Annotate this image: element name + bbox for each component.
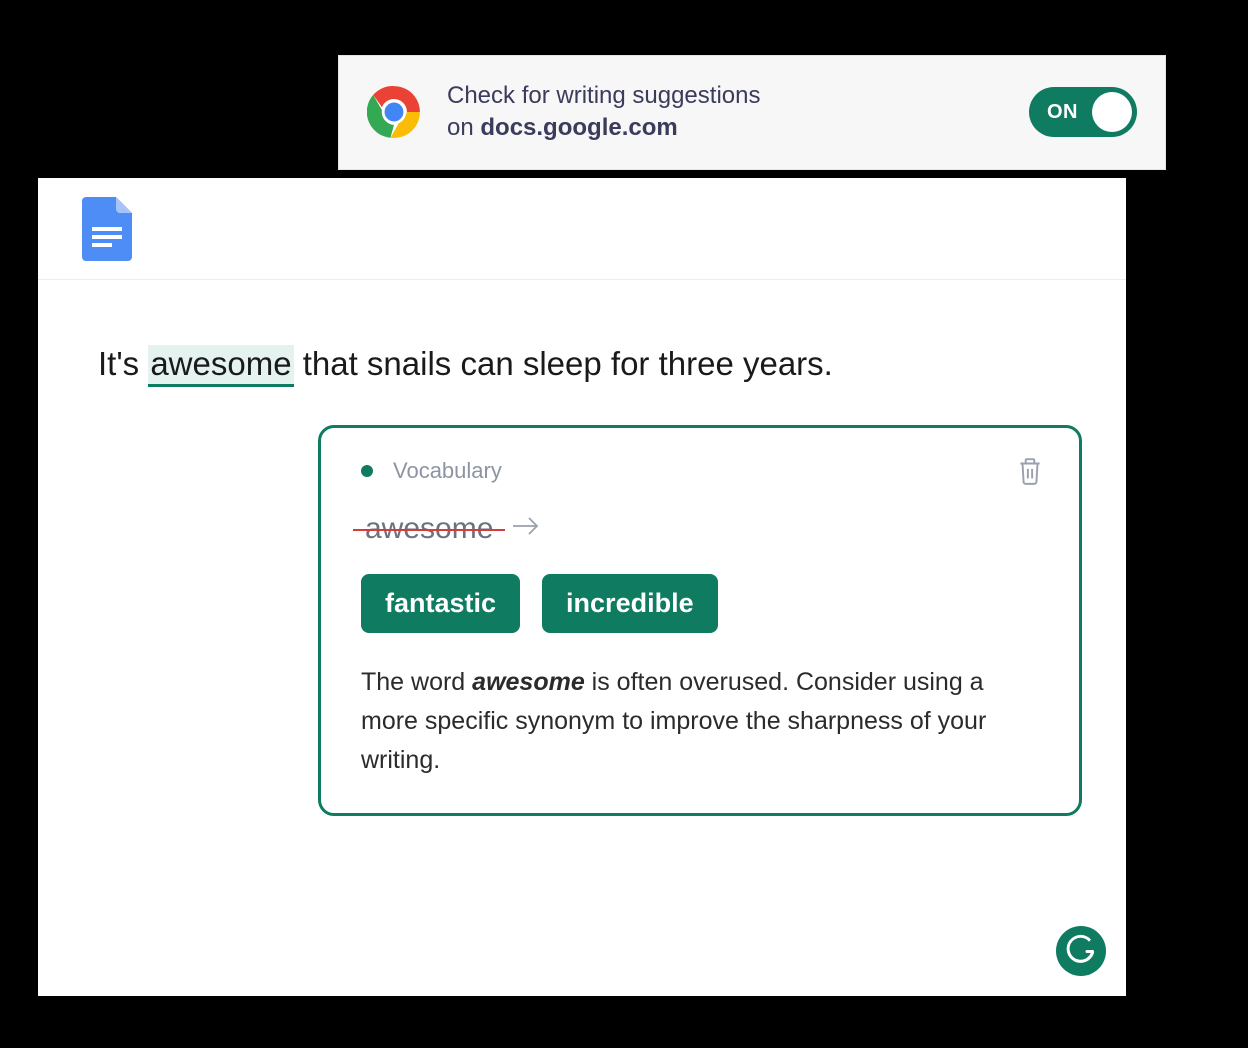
original-word: awesome [361, 512, 497, 546]
document-body: It's awesome that snails can sleep for t… [38, 280, 1126, 996]
banner-line1: Check for writing suggestions [447, 80, 1029, 112]
toggle-label: ON [1047, 101, 1078, 124]
original-word-row: awesome [361, 512, 1039, 546]
extension-banner: Check for writing suggestions on docs.go… [338, 55, 1166, 170]
category-dot-icon [361, 465, 373, 477]
grammarly-badge-icon[interactable] [1056, 926, 1106, 976]
suggestions-toggle[interactable]: ON [1029, 87, 1137, 137]
dismiss-button[interactable] [1017, 456, 1043, 492]
suggestion-card: Vocabulary awesome [318, 425, 1082, 816]
document-panel: It's awesome that snails can sleep for t… [38, 178, 1126, 996]
category-label: Vocabulary [393, 458, 502, 484]
toggle-knob [1092, 92, 1132, 132]
suggestion-chip[interactable]: incredible [542, 574, 718, 633]
trash-icon [1017, 456, 1043, 486]
banner-line2: on docs.google.com [447, 112, 1029, 144]
arrow-right-icon [511, 512, 541, 546]
explanation-text: The word awesome is often overused. Cons… [361, 663, 1039, 779]
suggestion-chip[interactable]: fantastic [361, 574, 520, 633]
card-header: Vocabulary [361, 458, 1039, 484]
sentence[interactable]: It's awesome that snails can sleep for t… [98, 342, 1066, 387]
document-header [38, 178, 1126, 280]
flagged-word[interactable]: awesome [148, 345, 293, 387]
banner-text: Check for writing suggestions on docs.go… [447, 80, 1029, 145]
chrome-icon [367, 85, 421, 139]
google-docs-icon [82, 197, 132, 261]
suggestion-chips: fantastic incredible [361, 574, 1039, 633]
